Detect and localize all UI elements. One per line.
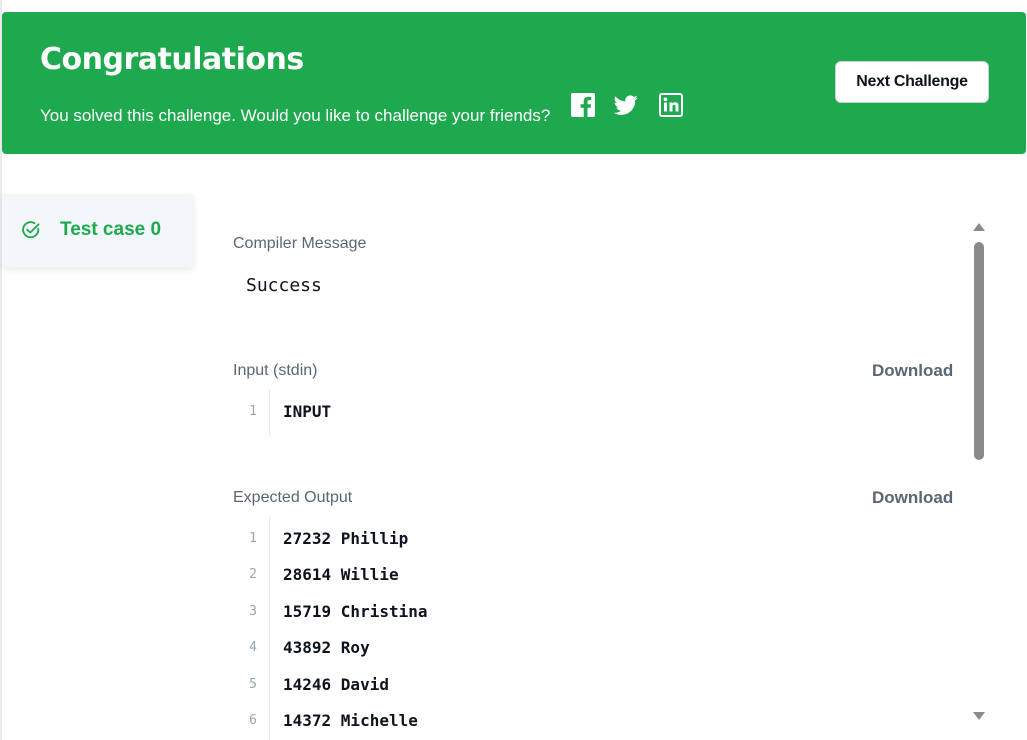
next-challenge-button[interactable]: Next Challenge xyxy=(835,61,989,103)
expected-output-label: Expected Output xyxy=(233,489,353,506)
line-text: INPUT xyxy=(283,402,332,421)
success-banner: Congratulations You solved this challeng… xyxy=(2,12,1026,154)
banner-subtitle: You solved this challenge. Would you lik… xyxy=(40,106,551,125)
expected-output-download-link[interactable]: Download xyxy=(872,488,953,508)
input-label: Input (stdin) xyxy=(233,362,318,379)
scroll-up-arrow-icon[interactable] xyxy=(973,223,985,231)
tab-test-case-0[interactable]: Test case 0 xyxy=(2,194,194,267)
scroll-down-arrow-icon[interactable] xyxy=(973,712,985,720)
code-line: 3 15719 Christina xyxy=(233,590,953,626)
vertical-scrollbar[interactable] xyxy=(970,220,988,732)
code-line: 1 INPUT xyxy=(233,390,953,426)
code-line: 5 14246 David xyxy=(233,663,953,699)
page: Congratulations You solved this challeng… xyxy=(0,0,1027,740)
code-line: 1 27232 Phillip xyxy=(233,517,953,553)
line-text: 14372 Michelle xyxy=(283,711,418,730)
code-line: 6 14372 Michelle xyxy=(233,699,953,735)
line-number: 6 xyxy=(249,713,257,728)
test-case-label: Test case 0 xyxy=(60,219,162,240)
line-number: 1 xyxy=(249,404,257,419)
scrollbar-thumb[interactable] xyxy=(974,242,984,460)
input-code-block: 1 INPUT xyxy=(233,390,953,436)
linkedin-icon[interactable] xyxy=(659,93,683,117)
check-circle-icon xyxy=(22,221,40,239)
facebook-icon[interactable] xyxy=(571,93,595,117)
code-line: 2 28614 Willie xyxy=(233,553,953,589)
code-line: 4 43892 Roy xyxy=(233,626,953,662)
compiler-message-label: Compiler Message xyxy=(233,235,367,252)
compiler-message-value: Success xyxy=(246,275,322,296)
twitter-icon[interactable] xyxy=(614,93,638,117)
input-download-link[interactable]: Download xyxy=(872,361,953,381)
expected-output-code-block: 1 27232 Phillip 2 28614 Willie 3 15719 C… xyxy=(233,517,953,740)
banner-title: Congratulations xyxy=(40,42,304,77)
